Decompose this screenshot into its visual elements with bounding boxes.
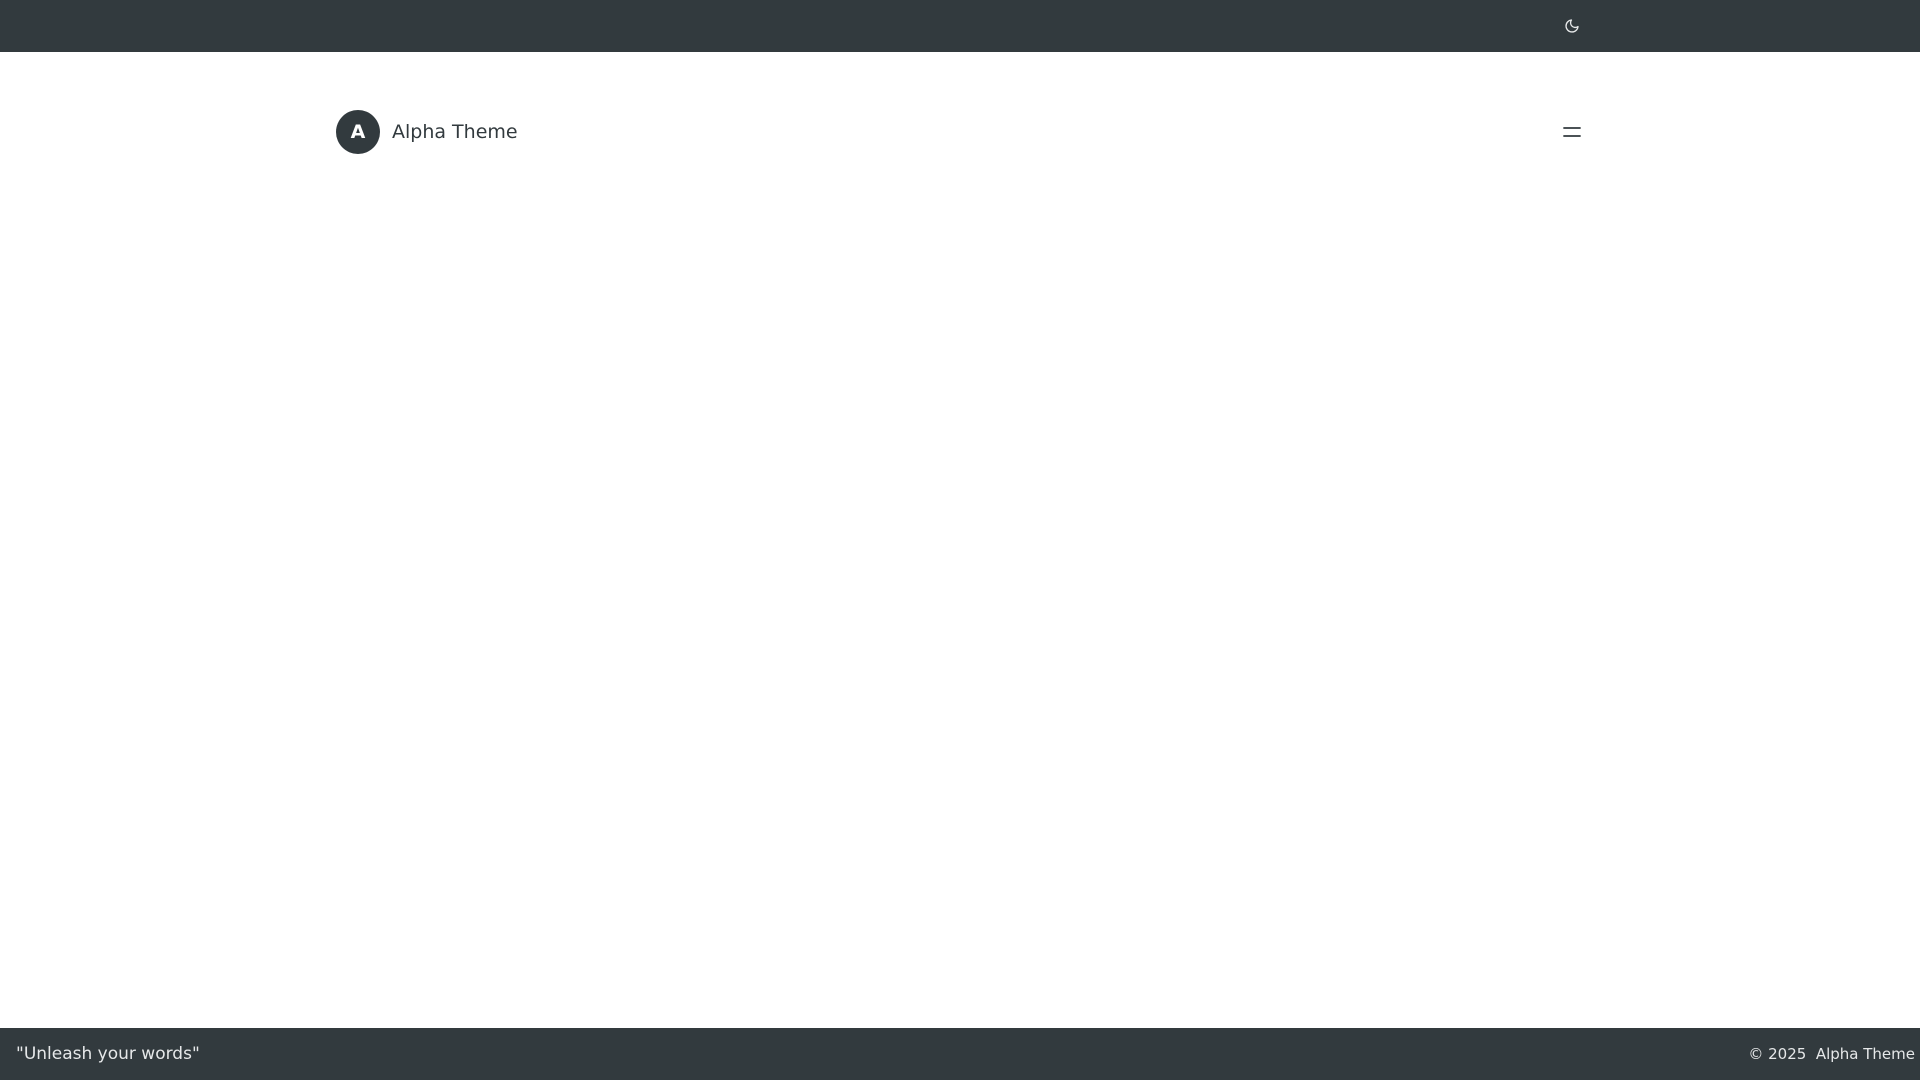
site-title: Alpha Theme [392, 121, 518, 143]
menu-icon [1563, 127, 1581, 137]
moon-icon [1565, 19, 1579, 33]
site-header: A Alpha Theme [336, 110, 1584, 154]
footer-copyright: © 2025 Alpha Theme [1748, 1028, 1915, 1080]
theme-toggle-button[interactable] [1560, 14, 1584, 38]
site-brand-link[interactable]: A Alpha Theme [336, 110, 518, 154]
copyright-name: Alpha Theme [1815, 1045, 1915, 1063]
site-footer: "Unleash your words" © 2025 Alpha Theme [0, 1028, 1920, 1080]
footer-tagline: "Unleash your words" [16, 1044, 200, 1064]
menu-button[interactable] [1560, 120, 1584, 144]
copyright-year: © 2025 [1748, 1045, 1807, 1063]
avatar: A [336, 110, 380, 154]
top-bar [0, 0, 1920, 52]
main-content [0, 180, 1920, 1020]
